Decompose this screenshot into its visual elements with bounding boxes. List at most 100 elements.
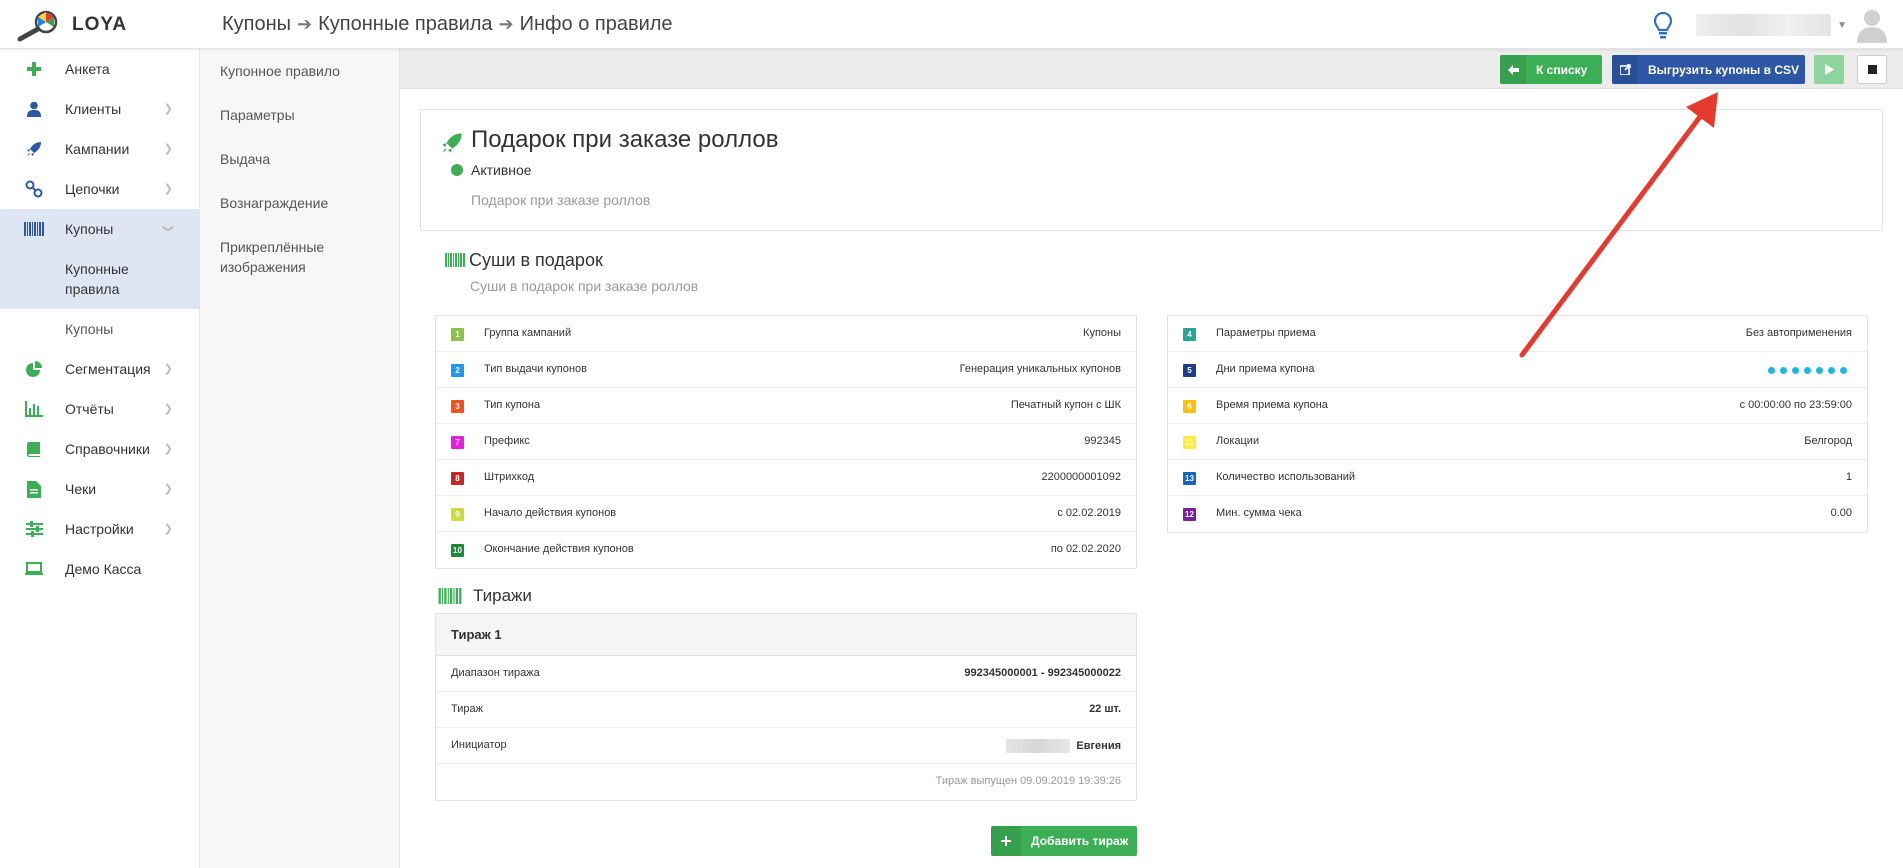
param-value: Белгород [1804,435,1852,447]
param-value: с 00:00:00 по 23:59:00 [1739,399,1852,411]
param-label: Начало действия купонов [484,507,617,519]
sidebar-item-label: Справочники [65,441,150,457]
subnav-coupon-rule[interactable]: Купонное правило [200,49,399,93]
start-button[interactable] [1814,55,1844,84]
sidebar-item-anketa[interactable]: Анкета [0,49,199,89]
day-dot [1768,367,1775,374]
param-row: 7 Префикс 992345 [436,424,1136,460]
param-label: Окончание действия купонов [484,543,634,555]
param-row: 13 Количество использований 1 [1168,460,1867,496]
bar-chart-icon [24,399,44,419]
sidebar-item-directories[interactable]: Справочники ❯ [0,429,199,469]
lightbulb-icon[interactable] [1652,10,1674,40]
sidebar-item-label: Настройки [65,521,134,537]
subnav-attached-images[interactable]: Прикреплённые изображения [200,225,330,289]
plus-icon [24,59,44,79]
breadcrumb-coupons[interactable]: Купоны [222,13,291,36]
arrow-right-icon: ➔ [498,14,514,34]
param-row: 1 Группа кампаний Купоны [436,316,1136,352]
sidebar-item-label: Клиенты [65,101,122,117]
annotation-arrow [1519,92,1718,358]
subnav-parameters[interactable]: Параметры [200,93,399,137]
batch-row-label: Диапазон тиража [451,667,540,679]
param-label: Локации [1216,435,1260,447]
rule-description: Подарок при заказе роллов [471,192,651,208]
barcode-icon [24,219,44,239]
param-number-badge: 1 [451,328,464,341]
breadcrumb-rule-info: Инфо о правиле [519,13,673,35]
chevron-right-icon: ❯ [163,483,173,495]
logo-icon [17,10,58,42]
param-value: Купоны [1083,327,1121,339]
sidebar: Анкета Клиенты ❯ Кампании ❯ Цепочки ❯ Ку… [0,49,200,868]
arrow-right-icon: ➔ [297,14,313,34]
app-logo[interactable]: LOYA [14,8,127,42]
param-label: Параметры приема [1216,327,1316,339]
param-value: 1 [1845,471,1852,483]
batch-row-range: Диапазон тиража 992345000001 - 992345000… [436,656,1136,692]
subnav-reward[interactable]: Вознаграждение [200,181,399,225]
initiator-name: Евгения [1076,739,1121,752]
user-name-blurred[interactable] [1696,14,1832,36]
stop-button[interactable] [1857,55,1887,84]
add-batch-button[interactable]: Добавить тираж [991,826,1137,856]
param-row: 3 Тип купона Печатный купон с ШК [436,388,1136,424]
top-header: LOYA Купоны ➔ Купонные правила ➔ Инфо о … [0,0,1903,49]
param-value: 0.00 [1830,507,1852,519]
param-value: Без автоприменения [1745,327,1852,339]
campaign-subtitle: Суши в подарок при заказе роллов [470,278,699,294]
sidebar-item-segmentation[interactable]: Сегментация ❯ [0,349,199,389]
campaign-title: Суши в подарок [469,250,603,270]
sidebar-item-reports[interactable]: Отчёты ❯ [0,389,199,429]
sidebar-item-coupons[interactable]: Купоны ❯ [0,209,199,249]
chevron-right-icon: ❯ [163,443,173,455]
chevron-right-icon: ❯ [163,143,173,155]
param-value: 2200000001092 [1041,471,1121,483]
param-label: Мин. сумма чека [1216,507,1302,519]
chevron-right-icon: ❯ [163,103,173,115]
app-name: LOYA [72,14,128,35]
param-value: по 02.02.2020 [1050,543,1121,555]
param-label: Группа кампаний [484,327,572,339]
sidebar-item-demo-pos[interactable]: Демо Касса [0,549,199,589]
sidebar-subitem-coupon-rules[interactable]: Купонные правила [0,249,199,309]
batch-row-initiator: Инициатор Евгения [436,728,1136,764]
rule-section-nav: Купонное правило Параметры Выдача Вознаг… [200,49,400,868]
param-number-badge: 5 [1183,364,1196,377]
weekday-dots [1768,367,1847,374]
initiator-surname-blurred [1006,739,1071,753]
laptop-icon [24,559,44,579]
export-csv-label: Выгрузить купоны в CSV [1648,62,1800,77]
barcode-icon [445,253,465,267]
batch-row-value: 22 шт. [1089,703,1121,715]
sidebar-item-settings[interactable]: Настройки ❯ [0,509,199,549]
param-label: Время приема купона [1216,399,1328,411]
batch-card: Тираж 1 Диапазон тиража 992345000001 - 9… [435,613,1137,801]
status-dot-icon [451,164,463,176]
day-dot [1792,367,1799,374]
param-label: Тип купона [484,399,541,411]
chevron-down-icon[interactable]: ▼ [1837,20,1847,31]
param-number-badge: 10 [451,544,464,557]
rule-status: Активное [451,162,532,178]
sidebar-item-campaigns[interactable]: Кампании ❯ [0,129,199,169]
sidebar-item-label: Купоны [65,221,114,237]
rocket-icon [442,133,462,153]
sidebar-item-receipts[interactable]: Чеки ❯ [0,469,199,509]
sidebar-item-label: Чеки [65,481,97,497]
sidebar-item-label: Анкета [65,61,110,77]
param-number-badge: 3 [451,400,464,413]
sidebar-item-clients[interactable]: Клиенты ❯ [0,89,199,129]
param-row: 8 Штрихкод 2200000001092 [436,460,1136,496]
param-number-badge: 6 [1183,400,1196,413]
param-value: Генерация уникальных купонов [959,363,1121,375]
chevron-right-icon: ❯ [163,403,173,415]
sidebar-subitem-coupons[interactable]: Купоны [0,309,199,349]
param-number-badge: 12 [1183,508,1196,521]
avatar[interactable] [1855,7,1889,43]
subnav-issuance[interactable]: Выдача [200,137,399,181]
sidebar-item-chains[interactable]: Цепочки ❯ [0,169,199,209]
sliders-icon [24,519,44,539]
breadcrumb-coupon-rules[interactable]: Купонные правила [318,13,492,36]
batch-footer: Тираж выпущен 09.09.2019 19:39:26 [436,764,1136,800]
